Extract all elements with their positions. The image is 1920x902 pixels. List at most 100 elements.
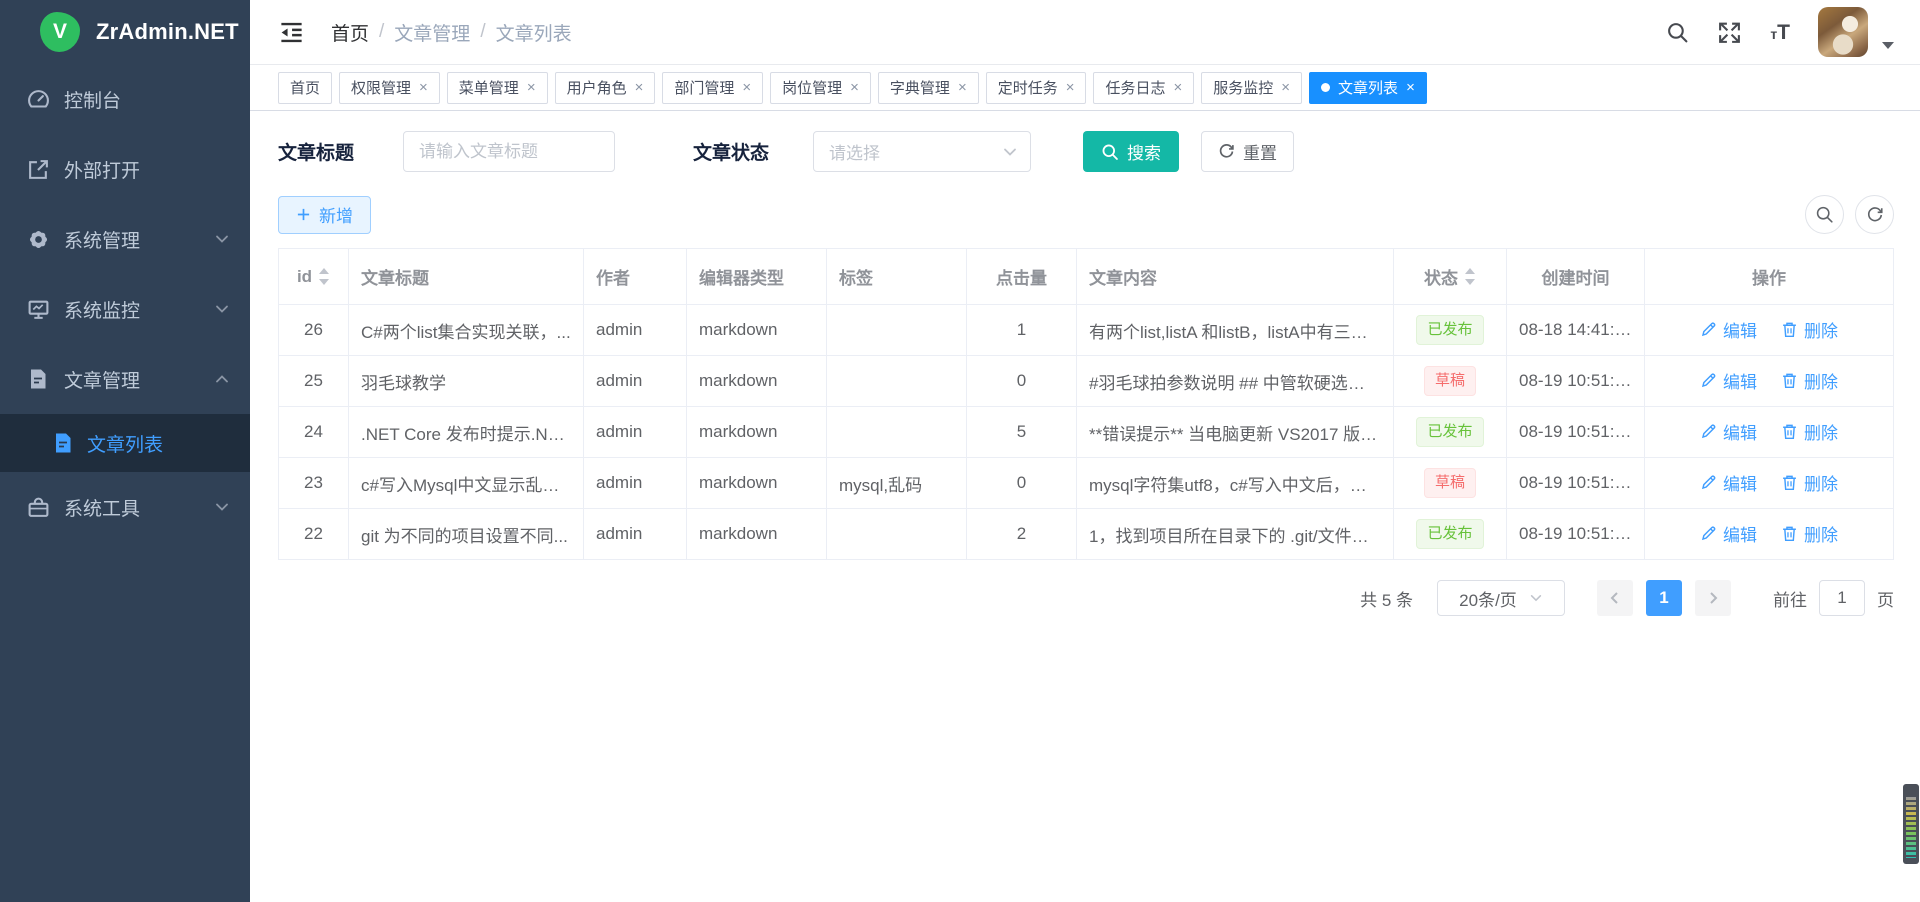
tab-close-icon[interactable]: × <box>742 80 751 95</box>
prev-page-button[interactable] <box>1597 580 1633 616</box>
sidebar-item-系统管理[interactable]: 系统管理 <box>0 204 250 274</box>
reset-button[interactable]: 重置 <box>1201 131 1294 172</box>
edit-link[interactable]: 编辑 <box>1700 317 1757 342</box>
show-search-icon-button[interactable] <box>1805 195 1844 234</box>
article-title-input[interactable] <box>403 131 615 172</box>
tab-label: 用户角色 <box>567 77 627 98</box>
cell-status: 已发布 <box>1394 305 1507 356</box>
tab-用户角色[interactable]: 用户角色 × <box>555 72 656 104</box>
tab-权限管理[interactable]: 权限管理× <box>339 72 440 104</box>
search-button[interactable]: 搜索 <box>1083 131 1179 172</box>
column-header-id[interactable]: id <box>279 249 349 305</box>
tab-close-icon[interactable]: × <box>635 80 644 95</box>
tab-菜单管理[interactable]: 菜单管理× <box>447 72 548 104</box>
cell-actions: 编辑删除 <box>1645 509 1894 560</box>
delete-link[interactable]: 删除 <box>1781 317 1838 342</box>
page-number-button[interactable]: 1 <box>1646 580 1682 616</box>
font-size-icon[interactable]: тT <box>1770 22 1790 43</box>
avatar[interactable] <box>1818 7 1868 57</box>
tab-close-icon[interactable]: × <box>958 80 967 95</box>
cell-clicks: 5 <box>967 407 1077 458</box>
tab-active-dot <box>1321 83 1330 92</box>
cell-id: 25 <box>279 356 349 407</box>
tab-close-icon[interactable]: × <box>1281 80 1290 95</box>
cell-status: 草稿 <box>1394 356 1507 407</box>
avatar-dropdown-caret-icon[interactable] <box>1882 42 1894 49</box>
delete-link[interactable]: 删除 <box>1781 470 1838 495</box>
tab-label: 定时任务 <box>998 77 1058 98</box>
tab-close-icon[interactable]: × <box>1174 80 1183 95</box>
sort-caret-icon[interactable] <box>1464 268 1476 285</box>
tab-定时任务[interactable]: 定时任务 × <box>986 72 1087 104</box>
cell-title: c#写入Mysql中文显示乱码 ... <box>349 458 584 509</box>
column-header-inner: 创建时间 <box>1542 264 1610 289</box>
status-badge: 草稿 <box>1424 468 1476 498</box>
refresh-icon-button[interactable] <box>1855 195 1894 234</box>
delete-link[interactable]: 删除 <box>1781 419 1838 444</box>
delete-label: 删除 <box>1804 419 1838 444</box>
fullscreen-icon[interactable] <box>1717 20 1742 45</box>
select-placeholder: 请选择 <box>829 139 880 164</box>
tab-label: 首页 <box>290 77 320 98</box>
sidebar-item-外部打开[interactable]: 外部打开 <box>0 134 250 204</box>
sidebar-item-系统工具[interactable]: 系统工具 <box>0 472 250 542</box>
tab-close-icon[interactable]: × <box>1406 80 1415 95</box>
edit-link[interactable]: 编辑 <box>1700 368 1757 393</box>
cell-title: git 为不同的项目设置不同... <box>349 509 584 560</box>
table-row: 26C#两个list集合实现关联，...adminmarkdown1有两个lis… <box>279 305 1894 356</box>
page-size-select[interactable]: 20条/页 <box>1437 580 1565 616</box>
tab-任务日志[interactable]: 任务日志 × <box>1093 72 1194 104</box>
column-header-status[interactable]: 状态 <box>1394 249 1507 305</box>
delete-link[interactable]: 删除 <box>1781 521 1838 546</box>
column-label: id <box>297 267 312 287</box>
edit-label: 编辑 <box>1723 470 1757 495</box>
tab-close-icon[interactable]: × <box>527 80 536 95</box>
column-header-inner: 文章内容 <box>1089 264 1157 289</box>
scroll-minimap[interactable] <box>1903 784 1919 864</box>
table-header-row: id文章标题作者编辑器类型标签点击量文章内容状态创建时间操作 <box>279 249 1894 305</box>
edit-link[interactable]: 编辑 <box>1700 470 1757 495</box>
cell-clicks: 1 <box>967 305 1077 356</box>
edit-link[interactable]: 编辑 <box>1700 521 1757 546</box>
delete-link[interactable]: 删除 <box>1781 368 1838 393</box>
cell-clicks: 0 <box>967 356 1077 407</box>
tab-岗位管理[interactable]: 岗位管理× <box>770 72 871 104</box>
sidebar-item-文章管理[interactable]: 文章管理 <box>0 344 250 414</box>
next-page-button[interactable] <box>1695 580 1731 616</box>
article-status-label: 文章状态 <box>693 138 813 165</box>
tab-部门管理[interactable]: 部门管理 × <box>662 72 763 104</box>
sidebar-subitem-文章列表[interactable]: 文章列表 <box>0 414 250 472</box>
column-header-inner: 点击量 <box>996 264 1047 289</box>
sidebar-item-系统监控[interactable]: 系统监控 <box>0 274 250 344</box>
goto-page-input[interactable] <box>1819 580 1865 616</box>
cell-title: C#两个list集合实现关联，... <box>349 305 584 356</box>
tab-close-icon[interactable]: × <box>1066 80 1075 95</box>
tab-close-icon[interactable]: × <box>850 80 859 95</box>
tab-label: 任务日志 <box>1105 77 1165 98</box>
tab-close-icon[interactable]: × <box>419 80 428 95</box>
toolbar-right <box>1805 195 1894 234</box>
tab-服务监控[interactable]: 服务监控× <box>1201 72 1302 104</box>
edit-link[interactable]: 编辑 <box>1700 419 1757 444</box>
tab-label: 部门管理 <box>674 77 734 98</box>
sidebar-collapse-icon[interactable] <box>278 19 305 46</box>
tab-字典管理[interactable]: 字典管理× <box>878 72 979 104</box>
cell-tags <box>827 305 967 356</box>
tab-文章列表[interactable]: 文章列表× <box>1309 72 1427 104</box>
breadcrumb-parent[interactable]: 文章管理 <box>394 19 470 46</box>
tab-首页[interactable]: 首页 <box>278 72 332 104</box>
column-header-title: 文章标题 <box>349 249 584 305</box>
breadcrumb-home[interactable]: 首页 <box>331 19 369 46</box>
sort-caret-icon[interactable] <box>318 268 330 285</box>
breadcrumb-current: 文章列表 <box>496 19 572 46</box>
add-button[interactable]: 新增 <box>278 196 371 234</box>
search-icon[interactable] <box>1666 21 1689 44</box>
article-status-select[interactable]: 请选择 <box>813 131 1031 172</box>
external-link-icon <box>26 157 50 181</box>
sidebar-item-控制台[interactable]: 控制台 <box>0 64 250 134</box>
cell-author: admin <box>584 305 687 356</box>
cell-actions: 编辑删除 <box>1645 356 1894 407</box>
minimap-stripes <box>1906 797 1916 858</box>
app-logo[interactable]: V ZrAdmin.NET <box>0 0 250 64</box>
pagination: 共 5 条 20条/页 1 前往 页 <box>278 580 1894 616</box>
